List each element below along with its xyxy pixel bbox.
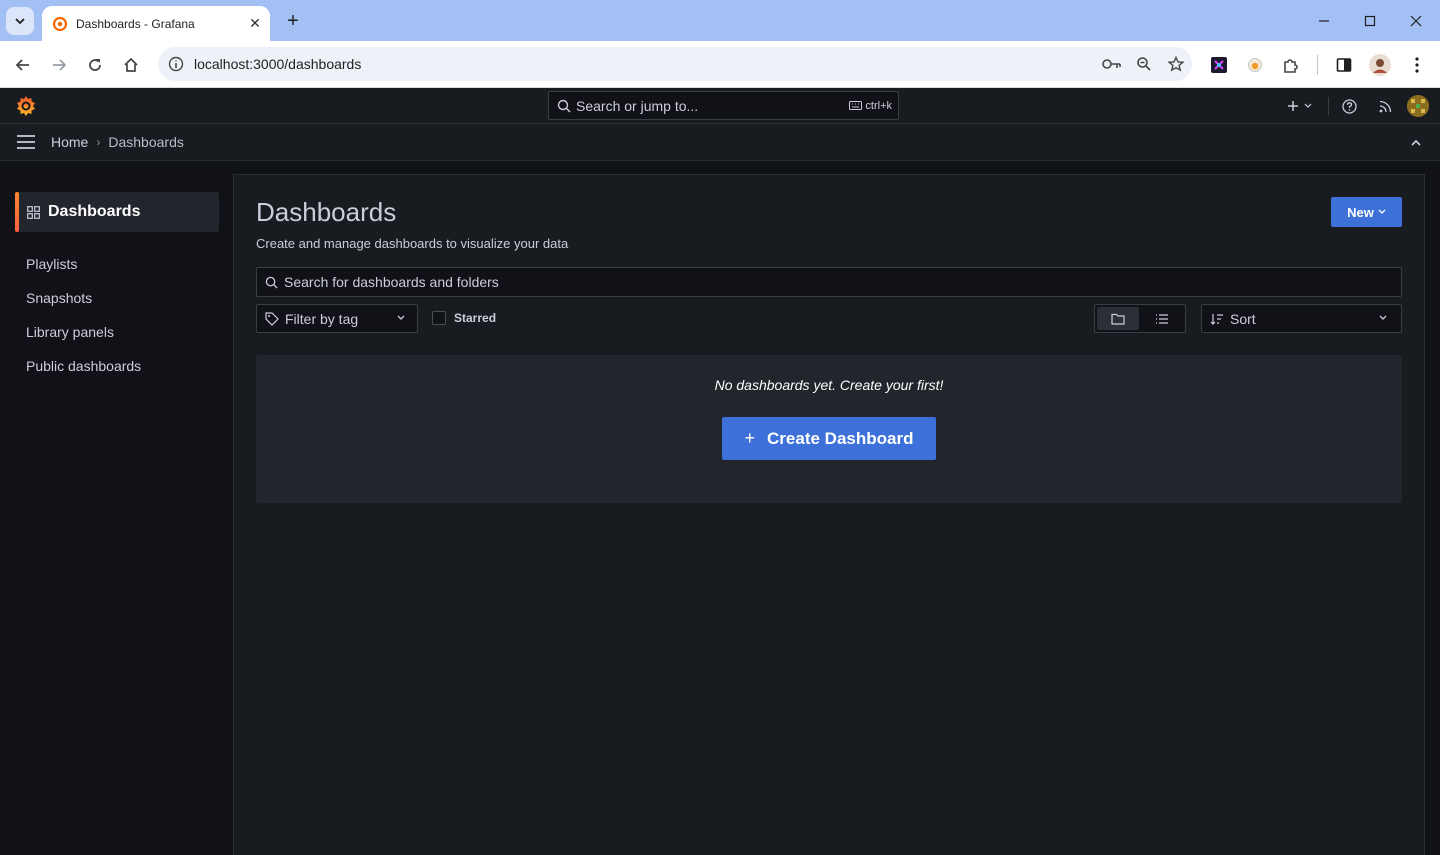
folder-icon xyxy=(1111,313,1125,325)
active-indicator xyxy=(15,192,19,232)
sidebar-item-playlists[interactable]: Playlists xyxy=(26,256,77,272)
add-new-menu[interactable] xyxy=(1285,94,1317,118)
tab-search-button[interactable] xyxy=(6,7,34,35)
view-toggle xyxy=(1094,304,1186,333)
help-icon[interactable] xyxy=(1339,94,1359,118)
chevron-up-icon[interactable] xyxy=(1408,135,1424,151)
user-avatar[interactable] xyxy=(1407,95,1429,117)
folder-view-button[interactable] xyxy=(1097,307,1139,330)
dashboard-search-placeholder: Search for dashboards and folders xyxy=(284,274,499,290)
breadcrumb-current: Dashboards xyxy=(108,134,184,150)
tag-filter-select[interactable]: Filter by tag xyxy=(256,304,418,333)
list-view-button[interactable] xyxy=(1141,307,1183,330)
plus-icon: + xyxy=(744,428,756,448)
chevron-down-icon xyxy=(1379,313,1401,324)
hamburger-menu-icon[interactable] xyxy=(14,132,38,152)
sidebar-item-public-dashboards[interactable]: Public dashboards xyxy=(26,358,141,374)
browser-tab-bar: Dashboards - Grafana ✕ + xyxy=(0,0,1440,41)
more-menu-icon[interactable] xyxy=(1403,51,1431,79)
breadcrumb-separator: › xyxy=(96,135,101,149)
sidebar-item-library-panels[interactable]: Library panels xyxy=(26,324,114,340)
new-button[interactable]: New xyxy=(1331,197,1402,227)
news-feed-icon[interactable] xyxy=(1375,94,1395,118)
extension-icon[interactable] xyxy=(1205,51,1233,79)
keyboard-shortcut-hint: ctrl+k xyxy=(849,100,892,112)
forward-icon[interactable] xyxy=(45,51,73,79)
empty-state-message: No dashboards yet. Create your first! xyxy=(714,377,944,393)
address-bar[interactable]: localhost:3000/dashboards xyxy=(158,47,1192,81)
search-icon xyxy=(557,99,571,112)
shortcut-text: ctrl+k xyxy=(865,99,892,112)
reload-icon[interactable] xyxy=(81,51,109,79)
site-info-icon[interactable] xyxy=(166,54,186,74)
create-dashboard-button[interactable]: + Create Dashboard xyxy=(722,417,936,460)
tag-icon xyxy=(265,311,279,326)
main-content: Dashboards Create and manage dashboards … xyxy=(233,174,1425,855)
topbar-divider xyxy=(1328,97,1329,115)
keyboard-icon xyxy=(849,101,863,110)
breadcrumb-bar: Home › Dashboards xyxy=(0,124,1440,161)
extension-orange-icon[interactable] xyxy=(1241,51,1269,79)
breadcrumb: Home › Dashboards xyxy=(51,134,184,150)
grafana-logo-icon[interactable] xyxy=(14,94,38,118)
empty-state: No dashboards yet. Create your first! + … xyxy=(256,355,1402,503)
browser-toolbar: localhost:3000/dashboards xyxy=(0,41,1440,88)
maximize-icon[interactable] xyxy=(1355,8,1385,34)
grafana-favicon-icon xyxy=(52,16,68,31)
sidebar-active-label: Dashboards xyxy=(48,203,141,220)
chevron-down-icon xyxy=(1378,207,1386,217)
starred-label: Starred xyxy=(454,311,497,325)
url-text: localhost:3000/dashboards xyxy=(194,56,362,72)
breadcrumb-home[interactable]: Home xyxy=(51,134,88,150)
page-title: Dashboards xyxy=(256,197,397,227)
extensions-puzzle-icon[interactable] xyxy=(1277,51,1305,79)
section-sidebar: Dashboards Playlists Snapshots Library p… xyxy=(0,161,232,855)
global-search-placeholder: Search or jump to... xyxy=(576,97,699,114)
grafana-global-search[interactable]: Search or jump to... ctrl+k xyxy=(548,91,899,120)
profile-avatar[interactable] xyxy=(1366,51,1394,79)
bookmark-star-icon[interactable] xyxy=(1160,50,1192,78)
dashboard-search-input[interactable]: Search for dashboards and folders xyxy=(256,267,1402,297)
sidebar-item-snapshots[interactable]: Snapshots xyxy=(26,290,92,306)
new-button-label: New xyxy=(1347,204,1374,220)
starred-filter[interactable]: Starred xyxy=(432,311,496,325)
plus-icon xyxy=(1288,101,1312,111)
window-close-icon[interactable] xyxy=(1401,8,1431,34)
search-icon xyxy=(265,276,278,289)
chevron-down-icon xyxy=(15,18,25,25)
starred-checkbox[interactable] xyxy=(432,311,446,325)
home-icon[interactable] xyxy=(117,51,145,79)
sort-placeholder: Sort xyxy=(1230,310,1256,327)
sidebar-item-dashboards[interactable]: Dashboards xyxy=(15,192,219,232)
tab-close-icon[interactable]: ✕ xyxy=(244,13,266,35)
sort-select[interactable]: Sort xyxy=(1201,304,1402,333)
page-subtitle: Create and manage dashboards to visualiz… xyxy=(256,236,569,251)
side-panel-icon[interactable] xyxy=(1330,51,1358,79)
grafana-topbar: Search or jump to... ctrl+k xyxy=(0,88,1440,124)
dashboard-grid-icon xyxy=(27,205,40,219)
toolbar-divider xyxy=(1317,55,1318,75)
minimize-icon[interactable] xyxy=(1309,8,1339,34)
tab-title: Dashboards - Grafana xyxy=(76,16,195,31)
list-icon xyxy=(1156,313,1168,324)
tag-filter-placeholder: Filter by tag xyxy=(285,310,359,327)
zoom-icon[interactable] xyxy=(1128,50,1160,78)
password-key-icon[interactable] xyxy=(1096,50,1128,78)
sort-icon xyxy=(1210,313,1223,325)
back-icon[interactable] xyxy=(9,51,37,79)
new-tab-icon[interactable]: + xyxy=(282,10,304,32)
chevron-down-icon xyxy=(397,313,417,324)
browser-tab[interactable]: Dashboards - Grafana ✕ xyxy=(42,6,270,41)
create-dashboard-label: Create Dashboard xyxy=(767,428,914,448)
